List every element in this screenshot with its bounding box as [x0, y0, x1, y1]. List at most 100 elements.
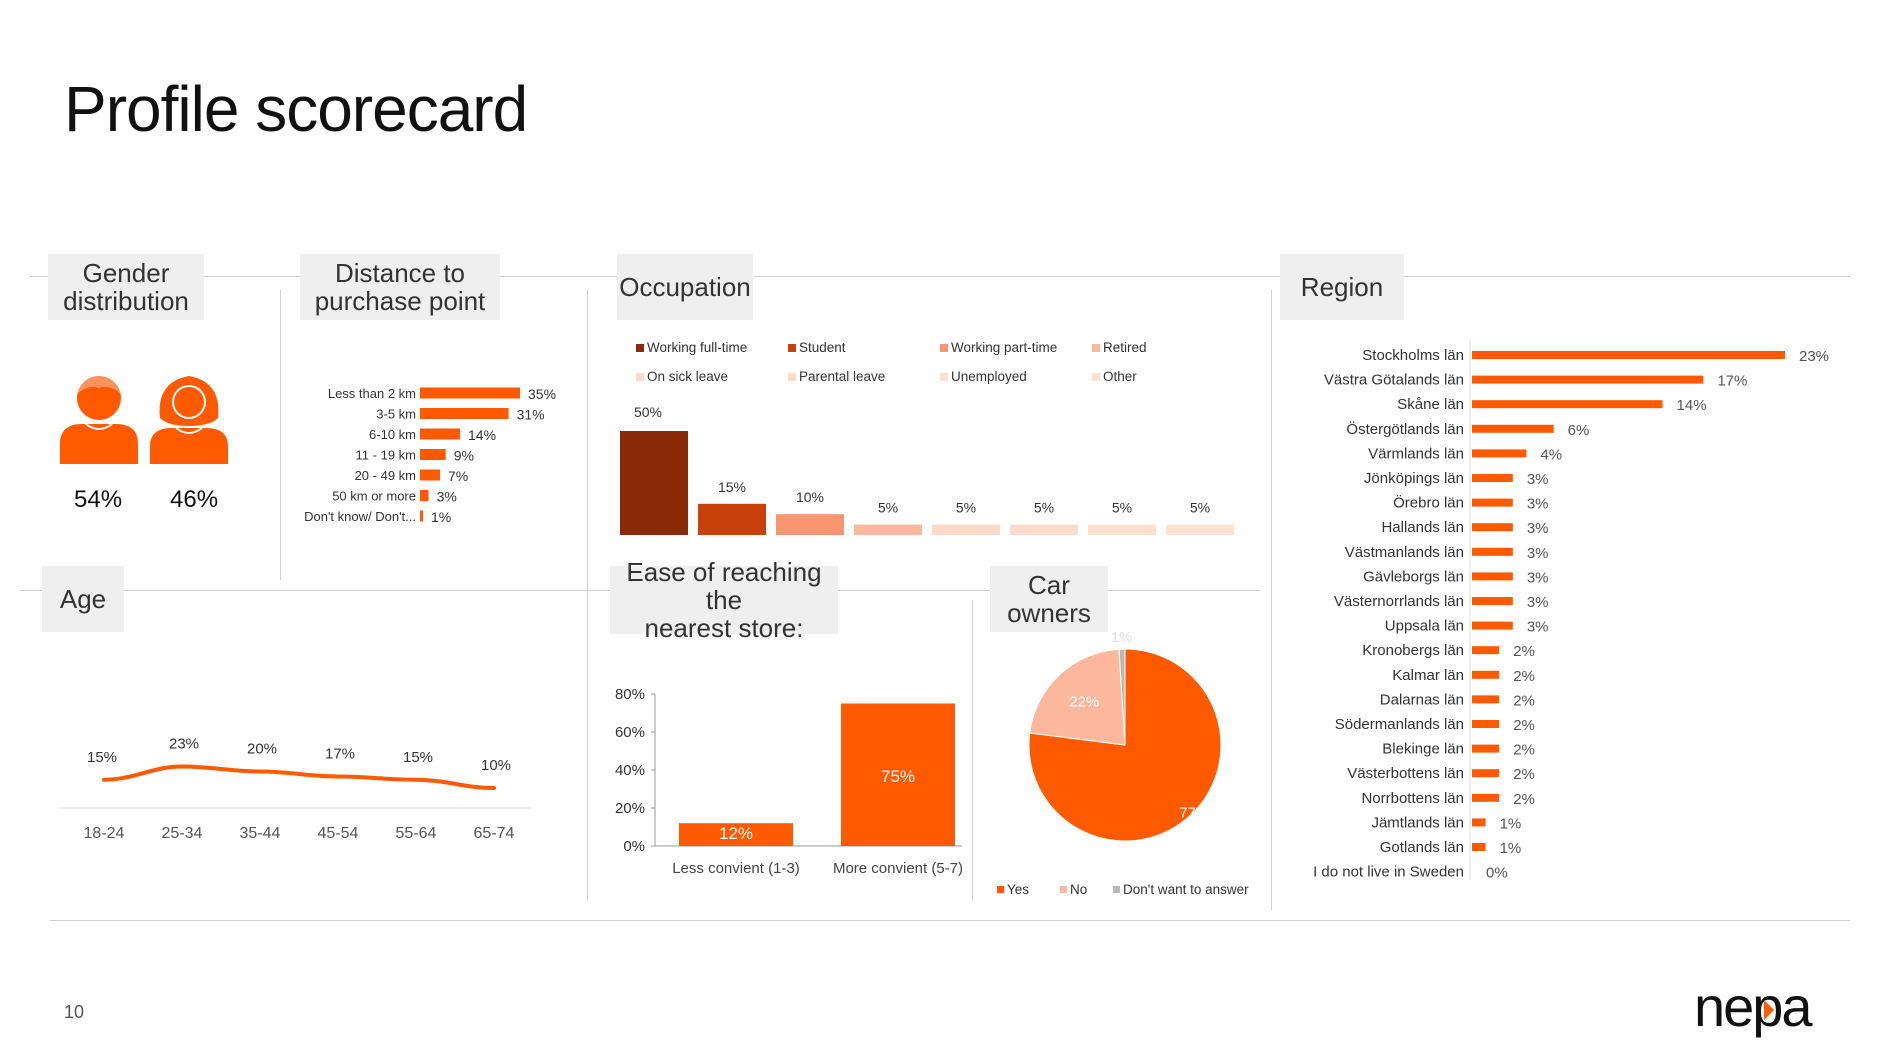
gender-header-line1: Gender: [82, 258, 170, 288]
region-bar: [1472, 375, 1704, 384]
region-bar: [1472, 695, 1500, 704]
age-line-series: [102, 764, 496, 790]
occupation-value-label: 5%: [1190, 500, 1210, 516]
region-category-label: Värmlands län: [1368, 445, 1464, 462]
car-slice-label: 1%: [1111, 629, 1133, 646]
age-tick-label: 65-74: [474, 825, 515, 842]
ease-category-label: More convient (5-7): [833, 860, 963, 877]
occupation-legend-label: Parental leave: [799, 369, 885, 384]
age-tick-label: 35-44: [240, 825, 281, 842]
distance-value-label: 35%: [528, 386, 556, 402]
car-header-line1: Car: [1028, 570, 1070, 600]
distance-value-label: 31%: [517, 407, 545, 423]
age-chart: 15% 18-24 23% 25-34 20% 35-44 17% 45-54 15% 55-64…: [60, 736, 530, 842]
age-value-label: 15%: [403, 749, 433, 766]
region-value-label: 1%: [1500, 815, 1522, 832]
region-value-label: 3%: [1527, 594, 1549, 611]
occupation-legend-swatch: [1092, 373, 1100, 381]
region-value-label: 6%: [1568, 422, 1590, 439]
region-category-label: Gävleborgs län: [1363, 568, 1464, 585]
ease-y-tick-label: 20%: [615, 800, 645, 817]
region-value-label: 3%: [1527, 520, 1549, 537]
occupation-header: Occupation: [617, 254, 753, 320]
car-slice-label: 22%: [1069, 694, 1099, 711]
region-category-label: I do not live in Sweden: [1313, 864, 1464, 881]
female-person-icon: [150, 376, 228, 464]
region-bar: [1472, 523, 1513, 532]
region-bar: [1472, 474, 1513, 482]
occupation-value-label: 5%: [1112, 500, 1132, 516]
region-category-label: Kalmar län: [1392, 667, 1464, 684]
region-header-label: Region: [1300, 272, 1384, 302]
region-bar: [1472, 769, 1500, 778]
region-value-label: 3%: [1527, 471, 1549, 488]
region-value-label: 2%: [1513, 742, 1535, 759]
region-value-label: 0%: [1486, 865, 1508, 882]
distance-bar: [420, 490, 429, 501]
age-header: Age: [42, 566, 124, 632]
occupation-value-label: 10%: [796, 489, 824, 505]
logo-text: nepa: [1694, 978, 1813, 1038]
region-category-label: Norrbottens län: [1361, 790, 1464, 807]
distance-category-label: 20 - 49 km: [355, 468, 416, 483]
distance-header: Distance to purchase point: [300, 254, 500, 320]
region-bar: [1472, 498, 1513, 507]
occupation-value-label: 5%: [1034, 500, 1054, 516]
ease-y-tick-label: 60%: [615, 724, 645, 741]
region-value-label: 4%: [1540, 446, 1562, 463]
occupation-bar: [1166, 524, 1234, 535]
region-bar: [1472, 572, 1513, 581]
occupation-bar: [776, 514, 844, 535]
age-tick-label: 18-24: [84, 825, 125, 842]
occupation-legend-swatch: [636, 344, 644, 352]
distance-header-line2: purchase point: [314, 286, 486, 316]
distance-value-label: 3%: [437, 489, 457, 505]
page-title: Profile scorecard: [64, 73, 528, 145]
distance-category-label: Less than 2 km: [328, 386, 416, 401]
region-header: Region: [1280, 254, 1404, 320]
region-value-label: 3%: [1527, 545, 1549, 562]
region-value-label: 2%: [1513, 692, 1535, 709]
female-percentage: 46%: [170, 486, 219, 513]
occupation-legend-swatch: [788, 373, 796, 381]
car-header: Car owners: [990, 566, 1108, 632]
region-category-label: Uppsala län: [1385, 618, 1464, 635]
region-bar: [1472, 424, 1554, 433]
distance-value-label: 1%: [431, 509, 451, 525]
region-category-label: Västmanlands län: [1345, 544, 1464, 561]
region-value-label: 3%: [1527, 619, 1549, 636]
age-value-label: 15%: [87, 749, 117, 766]
distance-value-label: 9%: [454, 448, 474, 464]
region-category-label: Jämtlands län: [1371, 814, 1464, 831]
region-category-label: Örebro län: [1393, 494, 1464, 512]
distance-header-line1: Distance to: [334, 258, 466, 288]
region-chart: Stockholms län 23% Västra Götalands län 17%…: [1313, 340, 1829, 882]
region-value-label: 14%: [1677, 397, 1707, 414]
region-value-label: 23%: [1799, 348, 1829, 365]
occupation-bar: [1010, 524, 1078, 535]
car-chart: 77% 22% 1% Yes No Don't want to answer: [997, 629, 1249, 897]
occupation-bar: [854, 524, 922, 535]
logo-graphic: nepa: [1694, 975, 1815, 1038]
occupation-legend-label: Student: [799, 340, 846, 355]
region-value-label: 17%: [1717, 373, 1747, 390]
distance-category-label: 6-10 km: [369, 427, 416, 442]
region-bar: [1472, 843, 1486, 851]
region-bar: [1472, 646, 1500, 655]
page-number: 10: [64, 1002, 85, 1022]
male-percentage: 54%: [74, 486, 123, 513]
occupation-legend-label: Other: [1103, 369, 1137, 384]
region-category-label: Jönköpings län: [1364, 470, 1464, 487]
age-tick-label: 45-54: [318, 825, 359, 842]
occupation-legend-label: On sick leave: [647, 369, 728, 384]
distance-bar: [420, 510, 423, 522]
region-value-label: 3%: [1527, 569, 1549, 586]
nepa-logo: nepa: [1694, 975, 1824, 1061]
ease-header-line1: Ease of reaching the: [626, 557, 822, 615]
region-bar: [1472, 597, 1513, 605]
occupation-value-label: 5%: [956, 500, 976, 516]
occupation-value-label: 50%: [634, 404, 662, 420]
occupation-legend-label: Working full-time: [647, 340, 747, 355]
distance-bar: [420, 408, 509, 419]
occupation-legend-swatch: [788, 344, 796, 352]
